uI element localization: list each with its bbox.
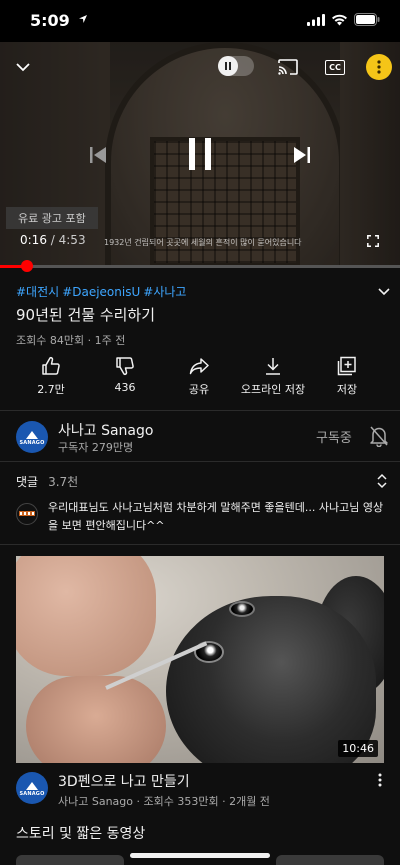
share-icon <box>189 358 209 375</box>
comments-count: 3.7천 <box>48 475 79 489</box>
chevron-down-icon <box>16 62 30 71</box>
paid-promotion-badge[interactable]: 유료 광고 포함 <box>6 207 98 229</box>
hashtag-link[interactable]: #DaejeonisU <box>62 285 140 299</box>
captions-icon: CC <box>325 59 345 75</box>
save-button[interactable]: 저장 <box>302 356 392 397</box>
time-separator: / <box>46 233 59 247</box>
seek-bar-handle[interactable] <box>21 260 33 272</box>
notification-button[interactable] <box>369 425 389 451</box>
share-label: 공유 <box>188 383 210 396</box>
channel-name[interactable]: 사나고 Sanago <box>58 420 153 440</box>
play-pause-button[interactable] <box>182 134 218 174</box>
recommended-video-title[interactable]: 3D펜으로 나고 만들기 <box>58 771 190 791</box>
channel-avatar[interactable]: SANAGO <box>16 421 48 453</box>
subscribed-button[interactable]: 구독중 <box>316 427 352 446</box>
video-duration-badge: 10:46 <box>338 740 378 757</box>
fullscreen-icon <box>367 235 379 247</box>
recommended-video-thumbnail[interactable]: 10:46 <box>16 556 384 763</box>
recommended-video-metadata: 사나고 Sanago · 조회수 353만회 · 2개월 전 <box>58 795 270 808</box>
battery-icon <box>354 13 380 26</box>
download-icon <box>266 358 280 375</box>
bell-off-icon <box>370 426 388 448</box>
time-display: 0:16 / 4:53 <box>20 233 86 247</box>
pause-icon <box>189 138 211 170</box>
sanago-logo-icon <box>26 781 38 790</box>
commenter-logo-icon <box>19 511 35 516</box>
shorts-card[interactable] <box>16 855 124 865</box>
hashtag-link[interactable]: #대전시 <box>16 285 59 299</box>
download-label: 오프라인 저장 <box>240 383 306 396</box>
status-time: 5:09 <box>30 11 70 30</box>
more-options-button[interactable] <box>366 54 392 80</box>
chevron-down-icon <box>378 288 390 296</box>
current-time: 0:16 <box>20 233 47 247</box>
seek-bar-played <box>0 265 22 268</box>
cellular-signal-icon <box>307 13 325 26</box>
cast-icon <box>278 59 298 75</box>
recommended-more-button[interactable] <box>378 772 382 791</box>
channel-row[interactable]: SANAGO 사나고 Sanago 구독자 279만명 구독중 <box>0 412 400 460</box>
comments-expand-button[interactable] <box>376 473 388 493</box>
comments-label: 댓글 <box>16 475 39 489</box>
action-bar: 2.7만 436 공유 오프라인 저장 저장 <box>0 356 400 406</box>
fullscreen-button[interactable] <box>362 230 384 252</box>
avatar-text: SANAGO <box>19 439 45 446</box>
subscriber-count: 구독자 279만명 <box>58 441 134 454</box>
video-title[interactable]: 90년된 건물 수리하기 <box>16 304 155 325</box>
pause-icon <box>218 56 238 76</box>
next-button[interactable] <box>288 142 316 168</box>
thumbs-up-icon <box>42 356 60 375</box>
home-indicator[interactable] <box>130 853 270 858</box>
thumbnail-hand <box>26 676 166 763</box>
commenter-avatar[interactable] <box>16 503 38 525</box>
top-comment-text[interactable]: 우리대표님도 사나고님처럼 차분하게 말해주면 좋을텐데... 사나고님 영상을… <box>48 499 388 535</box>
location-arrow-icon <box>79 15 87 23</box>
captions-label: CC <box>329 62 341 72</box>
video-metadata: 조회수 84만회 · 1주 전 <box>16 334 126 347</box>
thumbnail-hand <box>16 556 156 676</box>
video-player[interactable]: CC 1932년 건립되어 곳곳에 세월의 흔적이 많이 묻어있습니다 유료 광… <box>0 42 400 266</box>
more-vertical-icon <box>378 773 382 787</box>
shorts-card[interactable] <box>276 855 384 865</box>
minimize-button[interactable] <box>12 56 34 78</box>
skip-next-icon <box>294 147 310 163</box>
hashtag-list: #대전시 #DaejeonisU #사나고 <box>16 283 189 300</box>
previous-button[interactable] <box>84 142 112 168</box>
total-duration: 4:53 <box>58 233 86 247</box>
sanago-logo-icon <box>26 430 38 439</box>
save-playlist-icon <box>337 356 356 376</box>
divider <box>0 544 400 545</box>
like-count: 2.7만 <box>37 383 65 396</box>
skip-previous-icon <box>90 147 106 163</box>
video-caption-overlay: 1932년 건립되어 곳곳에 세월의 흔적이 많이 묻어있습니다 <box>104 238 302 247</box>
save-label: 저장 <box>336 383 358 396</box>
thumbnail-figure-head <box>166 596 376 763</box>
recommended-channel-avatar[interactable]: SANAGO <box>16 772 48 804</box>
more-vertical-icon <box>377 60 381 74</box>
thumbs-down-icon <box>116 357 134 376</box>
unfold-icon <box>377 473 387 489</box>
shorts-shelf-title: 스토리 및 짧은 동영상 <box>16 826 146 842</box>
dislike-count: 436 <box>114 381 136 394</box>
divider <box>0 461 400 462</box>
hashtag-link[interactable]: #사나고 <box>143 285 186 299</box>
autoplay-toggle[interactable] <box>218 56 254 76</box>
wifi-icon <box>332 14 347 25</box>
seek-bar[interactable] <box>0 260 400 272</box>
expand-description-button[interactable] <box>378 281 390 300</box>
status-bar: 5:09 <box>0 0 400 42</box>
avatar-text: SANAGO <box>19 790 45 797</box>
thumbnail-figure-eye <box>229 601 255 617</box>
cast-button[interactable] <box>275 56 301 78</box>
comments-header[interactable]: 댓글 3.7천 <box>16 473 78 490</box>
divider <box>0 410 400 411</box>
captions-button[interactable]: CC <box>322 56 348 78</box>
